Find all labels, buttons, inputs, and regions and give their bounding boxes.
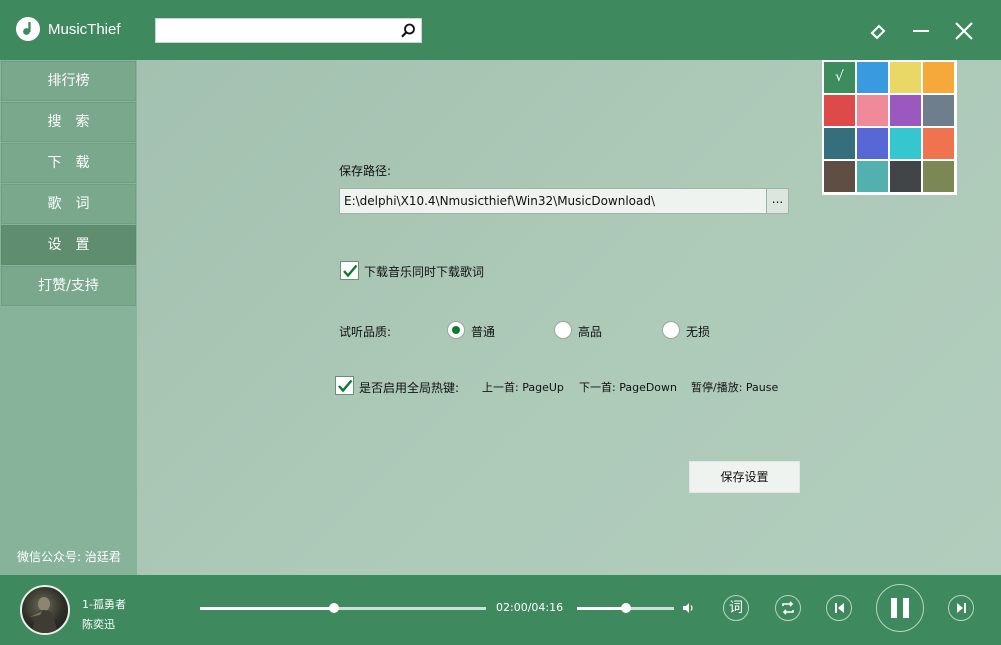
quality-label: 试听品质:	[339, 325, 392, 339]
next-track-button[interactable]	[948, 595, 974, 621]
global-hotkey-label: 是否启用全局热键:	[359, 381, 460, 395]
search-input[interactable]	[156, 19, 391, 42]
theme-swatch[interactable]	[857, 161, 888, 192]
play-pause-button[interactable]	[876, 584, 924, 632]
progress-fill	[200, 607, 335, 610]
save-path-box	[339, 188, 767, 214]
download-lyrics-checkbox[interactable]	[340, 261, 359, 280]
music-note-logo-icon	[16, 17, 40, 41]
theme-swatch[interactable]	[857, 95, 888, 126]
theme-swatch[interactable]	[890, 62, 921, 93]
search-box	[155, 18, 422, 43]
sidebar-item-download[interactable]: 下 载	[1, 143, 136, 183]
theme-swatch[interactable]	[923, 95, 954, 126]
album-cover[interactable]	[20, 585, 70, 635]
progress-thumb[interactable]	[329, 603, 340, 613]
repeat-icon	[782, 601, 794, 615]
wechat-account-text: 微信公众号: 治廷君	[17, 550, 121, 564]
global-hotkey-checkbox[interactable]	[335, 376, 354, 395]
playback-time: 02:00/04:16	[496, 601, 564, 614]
download-lyrics-label: 下载音乐同时下载歌词	[364, 265, 485, 279]
sidebar-item-settings[interactable]: 设 置	[1, 225, 136, 265]
theme-swatch[interactable]	[824, 128, 855, 159]
song-title: 1-孤勇者	[82, 598, 126, 611]
browse-button[interactable]: ...	[766, 188, 789, 214]
sidebar-item-rankings[interactable]: 排行榜	[1, 61, 136, 101]
repeat-mode-button[interactable]	[775, 595, 801, 621]
checkmark-icon: √	[835, 69, 844, 85]
progress-bar[interactable]	[200, 603, 486, 613]
quality-high-label: 高品	[578, 325, 603, 339]
pause-icon	[891, 598, 909, 618]
theme-swatch[interactable]	[890, 95, 921, 126]
artist-name: 陈奕迅	[82, 618, 115, 631]
app-title: MusicThief	[48, 21, 121, 38]
theme-swatch[interactable]	[824, 95, 855, 126]
skip-previous-icon	[835, 603, 844, 613]
title-bar: MusicThief	[0, 0, 1001, 60]
quality-high-radio[interactable]	[554, 321, 572, 339]
previous-track-button[interactable]	[826, 595, 852, 621]
volume-icon[interactable]	[682, 601, 696, 615]
theme-swatch[interactable]: √	[824, 62, 855, 93]
theme-swatch[interactable]	[890, 161, 921, 192]
quality-normal-label: 普通	[471, 325, 496, 339]
sidebar: 排行榜 搜 索 下 载 歌 词 设 置 打赞/支持 微信公众号: 治廷君	[0, 60, 137, 575]
lyrics-toggle-button[interactable]: 词	[723, 595, 749, 621]
sidebar-item-lyrics[interactable]: 歌 词	[1, 184, 136, 224]
theme-swatch[interactable]	[890, 128, 921, 159]
theme-swatch[interactable]	[923, 161, 954, 192]
volume-thumb[interactable]	[620, 603, 631, 613]
hotkey-next-text: 下一首: PageDown	[579, 381, 678, 394]
skin-eraser-icon[interactable]	[866, 18, 890, 42]
quality-lossless-label: 无损	[686, 325, 711, 339]
skip-next-icon	[957, 603, 966, 613]
theme-swatch[interactable]	[923, 128, 954, 159]
close-icon[interactable]	[952, 18, 976, 42]
sidebar-item-support[interactable]: 打赞/支持	[1, 266, 136, 306]
volume-slider[interactable]	[577, 603, 674, 613]
theme-color-picker: √	[822, 60, 957, 195]
volume-fill	[577, 607, 626, 610]
player-bar: 1-孤勇者 陈奕迅 02:00/04:16 词	[0, 575, 1001, 645]
quality-normal-radio[interactable]	[447, 321, 465, 339]
quality-lossless-radio[interactable]	[662, 321, 680, 339]
theme-swatch[interactable]	[923, 62, 954, 93]
search-icon[interactable]	[399, 22, 417, 40]
hotkey-prev-text: 上一首: PageUp	[482, 381, 564, 394]
theme-swatch[interactable]	[824, 161, 855, 192]
save-path-label: 保存路径:	[339, 164, 392, 178]
save-settings-button[interactable]: 保存设置	[689, 461, 800, 493]
save-path-input[interactable]	[340, 189, 766, 213]
hotkey-pause-text: 暂停/播放: Pause	[691, 381, 779, 394]
sidebar-item-search[interactable]: 搜 索	[1, 102, 136, 142]
theme-swatch[interactable]	[857, 128, 888, 159]
theme-swatch[interactable]	[857, 62, 888, 93]
minimize-icon[interactable]	[909, 18, 933, 42]
